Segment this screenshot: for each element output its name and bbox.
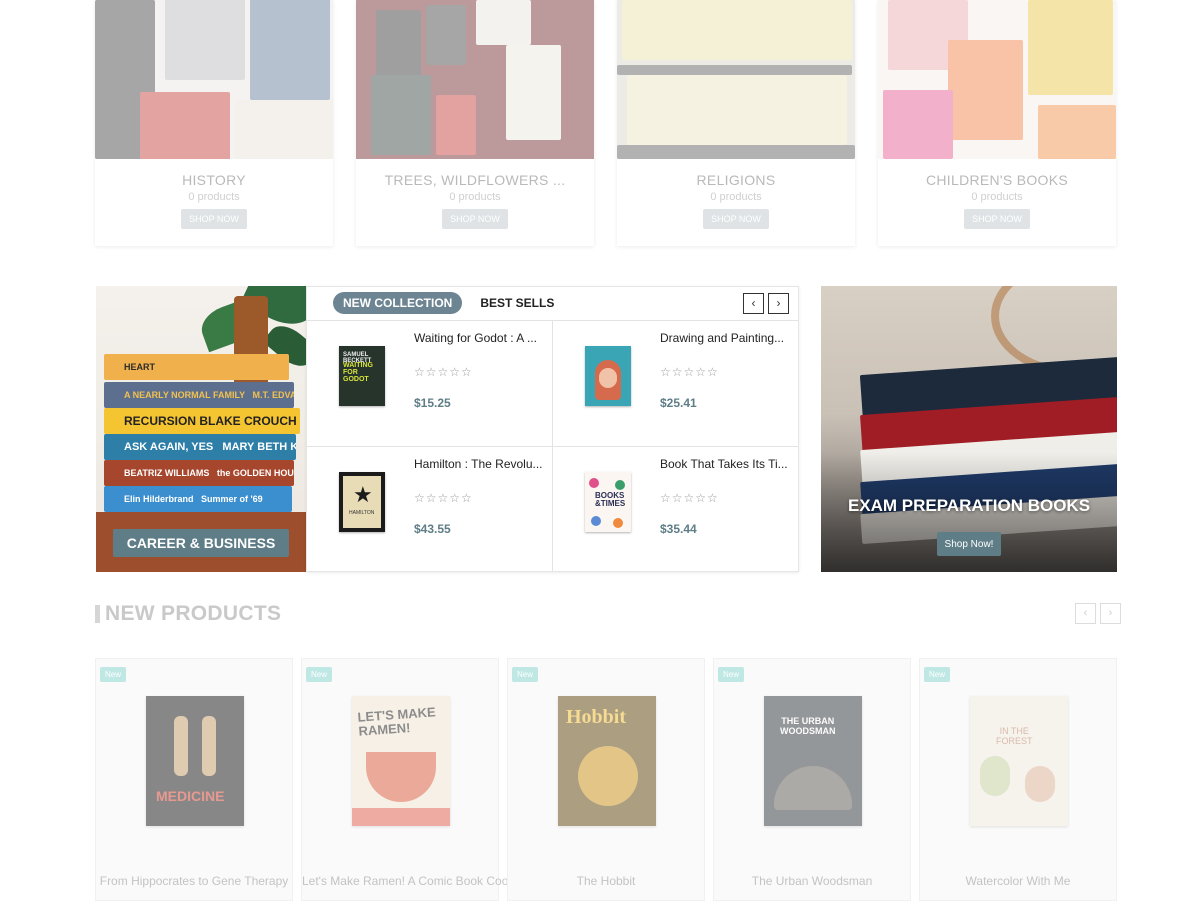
promo-title: EXAM PREPARATION BOOKS	[847, 496, 1091, 515]
product-name[interactable]: The Hobbit	[508, 874, 704, 888]
promo-label: CAREER & BUSINESS	[113, 529, 289, 557]
rating-stars: ☆☆☆☆☆	[414, 365, 473, 379]
category-image	[617, 0, 855, 159]
product-image[interactable]: Hobbit	[558, 696, 656, 826]
rating-stars: ☆☆☆☆☆	[660, 491, 719, 505]
promo-career-business[interactable]: HEART A NEARLY NORMAL FAMILY M.T. EDVARD…	[96, 286, 306, 572]
new-badge: New	[924, 667, 950, 682]
product-price: $25.41	[660, 396, 697, 410]
product-title[interactable]: Waiting for Godot : A ...	[414, 331, 537, 345]
rating-stars: ☆☆☆☆☆	[660, 365, 719, 379]
section-title: NEW PRODUCTS	[105, 602, 282, 625]
product-price: $43.55	[414, 522, 451, 536]
category-cards: HISTORY 0 products SHOP NOW TREES, WILDF…	[95, 0, 1117, 246]
product-image[interactable]: IN THE FOREST	[970, 696, 1068, 826]
rating-stars: ☆☆☆☆☆	[414, 491, 473, 505]
new-badge: New	[512, 667, 538, 682]
product-thumbnail[interactable]	[585, 346, 631, 406]
product-price: $35.44	[660, 522, 697, 536]
product-item[interactable]: SAMUEL BECKETT WAITING FOR GODOT Waiting …	[307, 321, 552, 446]
product-item[interactable]: BOOKS &TIMES Book That Takes Its Ti... ☆☆…	[553, 447, 798, 572]
chevron-right-icon[interactable]: ›	[768, 293, 789, 314]
chevron-left-icon[interactable]: ‹	[1075, 603, 1096, 624]
category-card-trees[interactable]: TREES, WILDFLOWERS ... 0 products SHOP N…	[356, 0, 594, 246]
category-count: 0 products	[971, 191, 1023, 203]
product-tabs: NEW COLLECTION BEST SELLS	[333, 292, 572, 314]
shop-now-button[interactable]: SHOP NOW	[964, 209, 1030, 229]
shop-now-button[interactable]: SHOP NOW	[442, 209, 508, 229]
product-tabs-panel: NEW COLLECTION BEST SELLS ‹ › SAMUEL BEC…	[306, 286, 799, 572]
category-image	[878, 0, 1116, 159]
category-name: CHILDREN'S BOOKS	[925, 172, 1069, 188]
product-title[interactable]: Hamilton : The Revolu...	[414, 457, 543, 471]
section-title-new-products: NEW PRODUCTS	[95, 602, 281, 626]
product-name[interactable]: Watercolor With Me	[920, 874, 1116, 888]
product-thumbnail[interactable]: BOOKS &TIMES	[585, 472, 631, 532]
category-name: RELIGIONS	[696, 172, 776, 188]
chevron-left-icon[interactable]: ‹	[743, 293, 764, 314]
product-price: $15.25	[414, 396, 451, 410]
category-count: 0 products	[188, 191, 240, 203]
chevron-right-icon[interactable]: ›	[1100, 603, 1121, 624]
product-card[interactable]: New MEDICINE From Hippocrates to Gene Th…	[95, 658, 293, 901]
promo-exam-preparation[interactable]: EXAM PREPARATION BOOKS Shop Now!	[821, 286, 1117, 572]
title-accent-bar	[95, 605, 100, 623]
category-card-religions[interactable]: RELIGIONS 0 products SHOP NOW	[617, 0, 855, 246]
product-name[interactable]: Let's Make Ramen! A Comic Book Cook...	[302, 874, 524, 888]
new-products-nav: ‹ ›	[1071, 603, 1121, 624]
product-item[interactable]: Drawing and Painting... ☆☆☆☆☆ $25.41	[553, 321, 798, 446]
category-count: 0 products	[710, 191, 762, 203]
product-title[interactable]: Book That Takes Its Ti...	[660, 457, 788, 471]
category-name: TREES, WILDFLOWERS ...	[384, 172, 566, 188]
category-name: HISTORY	[182, 172, 246, 188]
product-thumbnail[interactable]: SAMUEL BECKETT WAITING FOR GODOT	[339, 346, 385, 406]
product-card[interactable]: New Hobbit The Hobbit	[507, 658, 705, 901]
category-image	[95, 0, 333, 159]
category-count: 0 products	[449, 191, 501, 203]
new-badge: New	[306, 667, 332, 682]
product-tabs-nav: ‹ ›	[739, 293, 789, 314]
product-card[interactable]: New LET'S MAKE RAMEN! Let's Make Ramen! A…	[301, 658, 524, 901]
new-badge: New	[718, 667, 744, 682]
product-card[interactable]: New IN THE FOREST Watercolor With Me	[919, 658, 1117, 901]
product-name[interactable]: The Urban Woodsman	[714, 874, 910, 888]
shop-now-button[interactable]: Shop Now!	[937, 532, 1001, 556]
product-image[interactable]: MEDICINE	[146, 696, 244, 826]
product-card[interactable]: New THE URBAN WOODSMAN The Urban Woodsman	[713, 658, 911, 901]
tab-new-collection[interactable]: NEW COLLECTION	[333, 292, 463, 314]
product-thumbnail[interactable]: ★ HAMILTON	[339, 472, 385, 532]
tab-best-sells[interactable]: BEST SELLS	[470, 292, 564, 314]
new-products-grid: New MEDICINE From Hippocrates to Gene Th…	[95, 658, 1117, 901]
category-card-history[interactable]: HISTORY 0 products SHOP NOW	[95, 0, 333, 246]
category-image	[356, 0, 594, 159]
product-title[interactable]: Drawing and Painting...	[660, 331, 784, 345]
category-card-childrens-books[interactable]: CHILDREN'S BOOKS 0 products SHOP NOW	[878, 0, 1116, 246]
shop-now-button[interactable]: SHOP NOW	[703, 209, 769, 229]
product-image[interactable]: LET'S MAKE RAMEN!	[352, 696, 450, 826]
shop-now-button[interactable]: SHOP NOW	[181, 209, 247, 229]
product-name[interactable]: From Hippocrates to Gene Therapy	[96, 874, 292, 888]
new-badge: New	[100, 667, 126, 682]
product-item[interactable]: ★ HAMILTON Hamilton : The Revolu... ☆☆☆☆…	[307, 447, 552, 572]
product-image[interactable]: THE URBAN WOODSMAN	[764, 696, 862, 826]
